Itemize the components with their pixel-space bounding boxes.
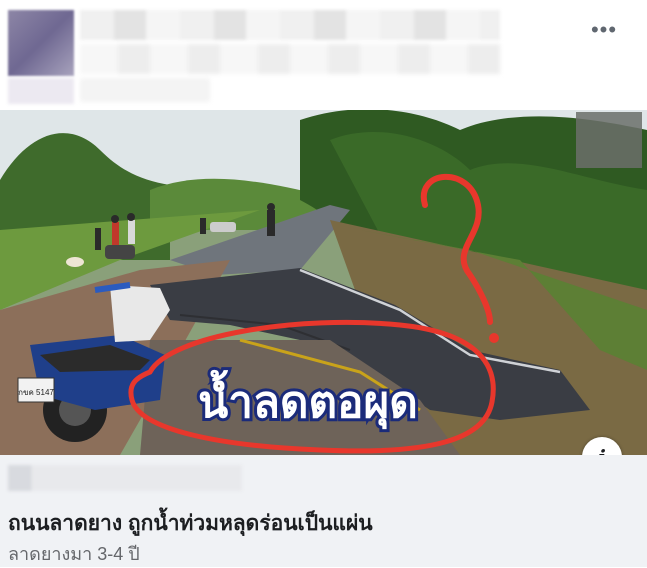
road-photo: กขค 5147 น้ำลดตอผุด [0,110,647,455]
post-meta-blurred [80,44,500,74]
more-horizontal-icon: ••• [590,17,618,42]
link-domain-blurred [8,465,242,491]
link-preview[interactable]: ถนนลาดยาง ถูกน้ำท่วมหลุดร่อนเป็นแผ่น ลาด… [0,455,647,567]
avatar-blurred[interactable] [8,10,74,76]
post-meta-blurred-2 [80,78,210,102]
header-blur [8,78,74,104]
link-title[interactable]: ถนนลาดยาง ถูกน้ำท่วมหลุดร่อนเป็นแผ่น [8,507,373,540]
license-plate-text: กขค 5147 [18,388,54,397]
image-overlay-caption: น้ำลดตอผุด [198,369,418,430]
blurred-corner-watermark [576,112,642,168]
author-name-blurred[interactable] [80,10,500,40]
post-image[interactable]: กขค 5147 น้ำลดตอผุด i [0,110,647,455]
facebook-post: ••• กขค 5147 น้ำลดตอผุด ถนนลาดยาง ถูกน้ำ… [0,0,647,567]
more-options-button[interactable]: ••• [584,18,624,44]
link-description: ลาดยางมา 3-4 ปี [8,544,140,564]
